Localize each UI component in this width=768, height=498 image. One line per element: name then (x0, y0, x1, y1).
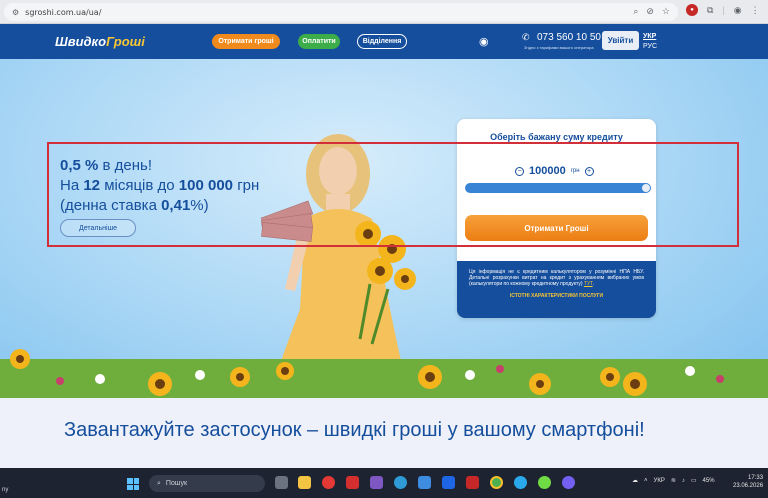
search-placeholder: Пошук (165, 480, 188, 487)
clock-time: 17:33 (748, 475, 764, 481)
store-icon[interactable] (418, 476, 431, 489)
wifi-icon[interactable]: ≋ (671, 477, 676, 484)
app-section-title: Завантажуйте застосунок – швидкі гроші у… (64, 419, 645, 441)
logo[interactable]: ШвидкоГроші (55, 34, 145, 49)
site-info-icon[interactable]: ⚙ (12, 8, 19, 17)
taskbar-left-label: ny (2, 487, 9, 493)
viber-icon[interactable] (562, 476, 575, 489)
task-view-icon[interactable] (275, 476, 288, 489)
highlight-frame (47, 142, 739, 247)
eye-icon[interactable]: ◉ (479, 35, 489, 48)
filezilla-icon[interactable] (466, 476, 479, 489)
puzzle-icon[interactable]: ⧉ (707, 5, 713, 16)
system-tray: ☁ ˄ УКР ≋ ♪ ▭ 45% (632, 477, 715, 485)
profile-icon[interactable]: ◉ (734, 5, 742, 16)
address-bar-actions: ⌕ ⊘ ☆ (633, 6, 670, 17)
url-text: sgroshi.com.ua/ua/ (25, 7, 102, 17)
calculator-footer: Ця інформація не є кредитним калькулятор… (457, 261, 656, 318)
dropbox-icon[interactable] (442, 476, 455, 489)
site-header: ШвидкоГроші Отримати гроші Оплатити Відд… (0, 24, 768, 59)
branches-nav-button[interactable]: Відділення (357, 34, 407, 49)
get-money-nav-button[interactable]: Отримати гроші (212, 34, 280, 49)
edge-icon[interactable] (394, 476, 407, 489)
browser-toolbar: ⚙ sgroshi.com.ua/ua/ ⌕ ⊘ ☆ ● ⧉ | ◉ ⋮ (0, 0, 768, 24)
volume-icon[interactable]: ♪ (682, 478, 685, 484)
logo-main: Швидко (55, 34, 107, 49)
battery-icon[interactable]: ▭ (691, 477, 697, 484)
taskbar-search[interactable]: ⌕ Пошук (149, 475, 265, 492)
telegram-icon[interactable] (514, 476, 527, 489)
disclaimer-text: Ця інформація не є кредитним калькулятор… (469, 269, 644, 287)
search-icon: ⌕ (157, 479, 161, 487)
phone-note: Згідно з тарифами вашого оператора (524, 45, 594, 50)
lang-rus[interactable]: РУС (643, 43, 657, 50)
copilot-icon[interactable] (370, 476, 383, 489)
lastpass-icon[interactable] (346, 476, 359, 489)
opera-icon[interactable] (322, 476, 335, 489)
login-button[interactable]: Увійти (602, 31, 639, 50)
browser-extensions: ● ⧉ | ◉ ⋮ (686, 4, 760, 16)
chevron-up-icon[interactable]: ˄ (644, 478, 648, 484)
logo-accent: Гроші (106, 34, 145, 49)
file-explorer-icon[interactable] (298, 476, 311, 489)
disclaimer-link[interactable]: ТУТ (584, 281, 593, 287)
clock[interactable]: 17:33 23.06.2026 (733, 474, 763, 490)
upwork-icon[interactable] (538, 476, 551, 489)
phone-icon: ✆ (522, 32, 530, 42)
app-download-section: Завантажуйте застосунок – швидкі гроші у… (0, 398, 768, 468)
eye-off-icon[interactable]: ⊘ (646, 6, 654, 17)
zoom-icon[interactable]: ⌕ (633, 6, 638, 17)
chrome-icon[interactable] (490, 476, 503, 489)
os-taskbar: ny ⌕ Пошук ☁ ˄ УКР ≋ ♪ ▭ 45% 17:33 23.06.… (0, 468, 768, 498)
clock-date: 23.06.2026 (733, 483, 764, 489)
star-icon[interactable]: ☆ (662, 6, 670, 17)
calculator-title: Оберіть бажану суму кредиту (490, 132, 623, 142)
pay-nav-button[interactable]: Оплатити (298, 34, 340, 49)
phone-number[interactable]: 073 560 10 50 (537, 32, 601, 43)
windows-start-icon[interactable] (127, 478, 139, 490)
lang-ukr[interactable]: УКР (643, 33, 656, 40)
extension-icon[interactable]: ● (686, 4, 698, 16)
divider: | (722, 5, 725, 15)
essential-characteristics-link[interactable]: ІСТОТНІ ХАРАКТЕРИСТИКИ ПОСЛУГИ (469, 293, 644, 299)
address-bar[interactable]: ⚙ sgroshi.com.ua/ua/ ⌕ ⊘ ☆ (4, 3, 678, 21)
battery-percent: 45% (702, 477, 715, 484)
disclaimer-body: Ця інформація не є кредитним калькулятор… (469, 269, 644, 287)
keyboard-lang[interactable]: УКР (654, 478, 665, 484)
cloud-icon[interactable]: ☁ (632, 477, 638, 484)
menu-icon[interactable]: ⋮ (751, 5, 760, 16)
